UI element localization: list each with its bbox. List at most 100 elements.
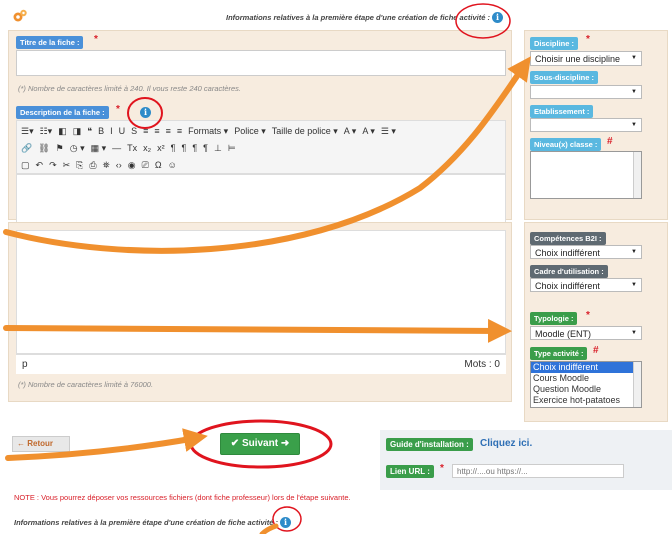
chevron-down-icon: ▼ [631,330,637,336]
type-activite-option[interactable]: Question Moodle [531,384,641,395]
toolbar-button[interactable]: ¶ [203,143,208,153]
toolbar-button[interactable]: Police ▾ [234,126,266,137]
type-activite-option[interactable]: Cours Moodle [531,373,641,384]
url-input[interactable] [452,464,624,478]
info-icon[interactable]: i [280,517,292,528]
toolbar-button[interactable]: ⛯ [103,160,110,171]
footer-heading-text: Informations relatives à la première éta… [14,518,278,527]
toolbar-button[interactable]: ↷ [49,160,57,171]
toolbar-button[interactable]: Ω [155,160,162,170]
toolbar-button[interactable]: Formats ▾ [188,126,228,137]
discipline-label: Discipline : [530,37,579,50]
niveau-scrollbar[interactable] [633,152,641,198]
info-icon[interactable]: i [492,12,504,23]
toolbar-button[interactable]: 🔗 [21,143,32,154]
competences-value: Choix indifférent [535,248,600,258]
guide-label: Guide d'installation : [386,438,473,451]
toolbar-button[interactable]: ↶ [36,160,44,171]
toolbar-row-2: 🔗 ⛓ ⚑ ◷ ▾ ▦ ▾ — Tx x₂ x² ¶ ¶ ¶ ¶ ⊥ ⊨ [21,140,236,156]
etablissement-select[interactable]: ▼ [530,118,642,132]
description-required-mark: * [116,104,120,115]
toolbar-button[interactable]: ▦ ▾ [91,143,107,154]
toolbar-button[interactable]: ⛓ [38,143,49,154]
guide-link[interactable]: Cliquez ici. [480,438,532,449]
toolbar-button[interactable]: ¶ [171,143,176,153]
toolbar-button[interactable]: ≡ [143,126,148,136]
toolbar-button[interactable]: x₂ [143,143,151,153]
type-activite-option[interactable]: Choix indifférent [531,362,641,373]
type-activite-option[interactable]: Exercice hot-patatoes [531,395,641,406]
toolbar-button[interactable]: ⎙ [89,160,96,171]
suivant-button[interactable]: ✔ Suivant ➜ [220,433,300,455]
toolbar-button[interactable]: ❝ [87,126,92,137]
toolbar-button[interactable]: x² [157,143,165,153]
competences-select[interactable]: Choix indifférent ▼ [530,245,642,259]
toolbar-button[interactable]: ¶ [192,143,197,153]
cadre-select[interactable]: Choix indifférent ▼ [530,278,642,292]
typologie-value: Moodle (ENT) [535,329,592,339]
toolbar-button[interactable]: ⎚ [142,160,149,171]
page-heading: Informations relatives à la première éta… [226,12,504,23]
toolbar-button[interactable]: A ▾ [344,126,357,137]
word-count: Mots : 0 [464,359,500,370]
toolbar-button[interactable]: ☰ ▾ [381,126,396,137]
toolbar-button[interactable]: — [112,143,121,153]
niveau-required-mark: # [607,136,613,147]
sous-discipline-select[interactable]: ▼ [530,85,642,99]
toolbar-button[interactable]: I [110,126,113,136]
editor-body[interactable] [16,230,506,354]
type-activite-listbox[interactable]: Choix indifférent Cours Moodle Question … [530,361,642,408]
toolbar-button[interactable]: ◷ ▾ [70,143,85,154]
niveau-listbox[interactable] [530,151,642,199]
toolbar-button[interactable]: ⊨ [228,143,236,154]
url-label: Lien URL : [386,465,434,478]
competences-label: Compétences B2I : [530,232,606,245]
toolbar-button[interactable]: ✂ [63,160,71,171]
gears-logo-icon [13,9,27,22]
toolbar-button[interactable]: ◨ [73,126,82,137]
description-info-icon[interactable]: i [140,107,151,118]
toolbar-button[interactable]: U [119,126,126,136]
toolbar-row-3: ▢ ↶ ↷ ✂ ⎘ ⎙ ⛯ ‹› ◉ ⎚ Ω ☺ [21,157,177,173]
type-activite-scrollbar[interactable] [633,362,641,407]
cadre-value: Choix indifférent [535,281,600,291]
toolbar-button[interactable]: ≡ [154,126,159,136]
toolbar-button[interactable]: ¶ [181,143,186,153]
toolbar-button[interactable]: Taille de police ▾ [272,126,338,137]
toolbar-button[interactable]: ≡ [166,126,171,136]
discipline-required-mark: * [586,34,590,45]
toolbar-button[interactable]: ⎘ [76,160,83,171]
toolbar-button[interactable]: ‹› [116,160,122,170]
toolbar-button[interactable]: Tx [127,143,137,153]
toolbar-button[interactable]: S [131,126,137,136]
chevron-down-icon: ▼ [631,89,637,95]
typologie-select[interactable]: Moodle (ENT) ▼ [530,326,642,340]
sous-discipline-label: Sous-discipline : [530,71,599,84]
page-heading-text: Informations relatives à la première éta… [226,13,490,22]
toolbar-button[interactable]: ⚑ [56,143,64,154]
toolbar-button[interactable]: ◉ [128,160,136,171]
toolbar-button[interactable]: ☷▾ [40,126,53,137]
type-activite-label: Type activité : [530,347,588,360]
retour-button[interactable]: ← Retour [12,436,70,452]
toolbar-button[interactable]: ≡ [177,126,182,136]
editor-toolbar: ☰▾ ☷▾ ◧ ◨ ❝ B I U S ≡ ≡ ≡ ≡ Formats ▾ Police ▾ Taille d… [16,120,506,174]
description-char-note: (*) Nombre de caractères limité à 76000. [18,380,154,389]
toolbar-button[interactable]: ▢ [21,160,30,171]
toolbar-button[interactable]: ☺ [168,160,177,170]
toolbar-row-1: ☰▾ ☷▾ ◧ ◨ ❝ B I U S ≡ ≡ ≡ ≡ Formats ▾ Police ▾ Taille d… [21,123,396,139]
etablissement-label: Etablissement : [530,105,594,118]
toolbar-button[interactable]: ☰▾ [21,126,34,137]
toolbar-button[interactable]: A ▾ [362,126,375,137]
toolbar-button[interactable]: ◧ [58,126,67,137]
typologie-required-mark: * [586,310,590,321]
chevron-down-icon: ▼ [631,282,637,288]
toolbar-button[interactable]: ⊥ [214,143,222,154]
titre-label: Titre de la fiche : [16,36,84,49]
chevron-down-icon: ▼ [631,122,637,128]
editor-path: p [22,359,28,370]
footer-heading: Informations relatives à la première éta… [14,517,292,528]
titre-input[interactable] [16,50,506,76]
toolbar-button[interactable]: B [98,126,104,136]
discipline-select[interactable]: Choisir une discipline ▼ [530,51,642,66]
